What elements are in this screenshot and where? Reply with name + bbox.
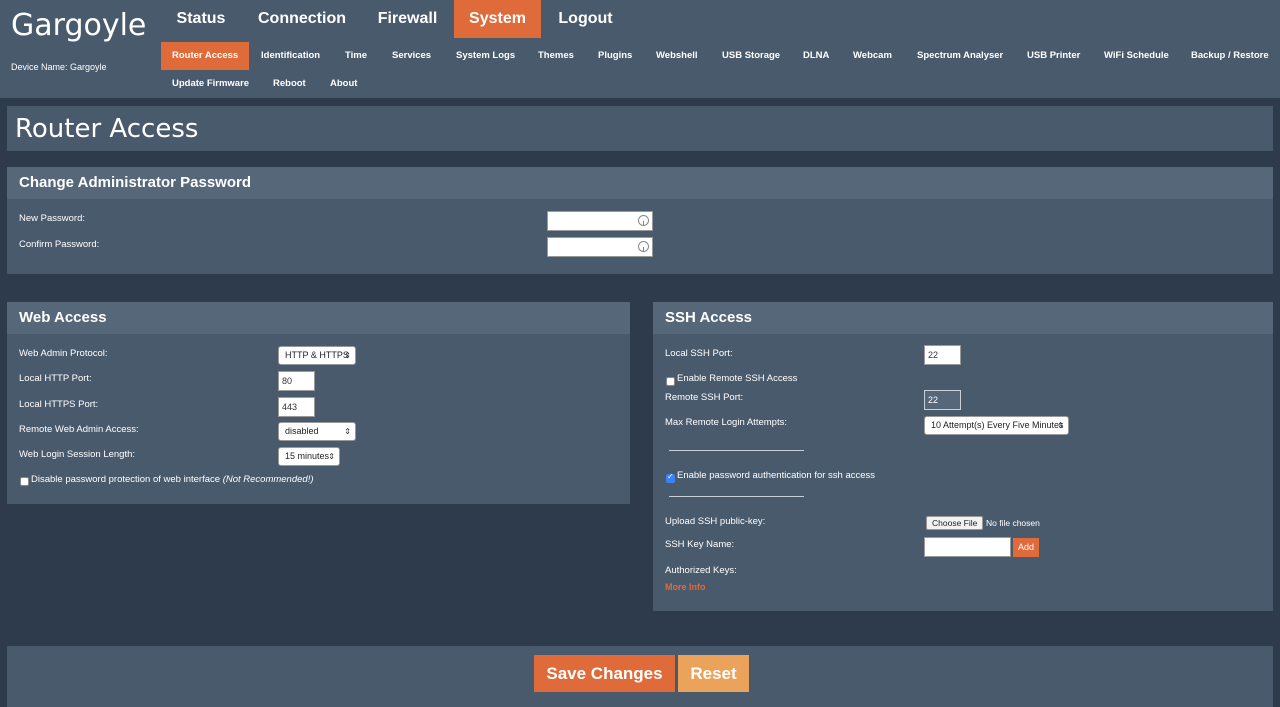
app-logo: Gargoyle (11, 8, 147, 43)
remote-admin-select[interactable]: disabled ⇕ (278, 422, 356, 441)
header: Gargoyle Device Name: Gargoyle Status Co… (0, 0, 1280, 98)
divider (669, 450, 804, 451)
tab-connection[interactable]: Connection (243, 0, 361, 38)
subnav-identification[interactable]: Identification (261, 42, 320, 70)
subnav-about[interactable]: About (330, 70, 357, 98)
https-port-label: Local HTTPS Port: (19, 399, 99, 410)
subnav-system-logs[interactable]: System Logs (456, 42, 515, 70)
subnav-webcam[interactable]: Webcam (853, 42, 892, 70)
subnav-usb-storage[interactable]: USB Storage (722, 42, 780, 70)
http-port-input[interactable]: 80 (278, 371, 315, 391)
confirm-password-input[interactable] (547, 237, 653, 257)
session-length-select[interactable]: 15 minutes ⇕ (278, 447, 340, 466)
enable-password-auth-checkbox[interactable] (666, 472, 675, 483)
reset-button[interactable]: Reset (678, 655, 749, 692)
new-password-input[interactable] (547, 211, 653, 231)
subnav-time[interactable]: Time (345, 42, 367, 70)
web-protocol-select[interactable]: HTTP & HTTPS ⇕ (278, 346, 356, 365)
password-panel: Change Administrator Password New Passwo… (7, 167, 1273, 274)
session-length-label: Web Login Session Length: (19, 449, 136, 460)
subnav-spectrum-analyser[interactable]: Spectrum Analyser (917, 42, 1003, 70)
https-port-input[interactable]: 443 (278, 397, 315, 417)
subnav-reboot[interactable]: Reboot (273, 70, 306, 98)
remote-ssh-port-input[interactable]: 22 (924, 390, 961, 410)
add-key-button[interactable]: Add (1013, 538, 1039, 557)
web-protocol-label: Web Admin Protocol: (19, 348, 108, 359)
select-arrow-icon: ⇕ (328, 452, 335, 461)
subnav-backup-restore[interactable]: Backup / Restore (1191, 42, 1269, 70)
new-password-label: New Password: (19, 213, 85, 224)
select-arrow-icon: ⇕ (344, 427, 351, 436)
no-file-text: No file chosen (986, 518, 1040, 528)
footer-bar: Save Changes Reset (7, 646, 1273, 707)
local-ssh-port-input[interactable]: 22 (924, 345, 961, 365)
web-access-panel: Web Access Web Admin Protocol: HTTP & HT… (7, 302, 630, 504)
http-port-label: Local HTTP Port: (19, 373, 92, 384)
select-arrow-icon: ⇕ (344, 351, 351, 360)
enable-remote-ssh-label: Enable Remote SSH Access (677, 373, 798, 384)
not-recommended-note: (Not Recommended!) (222, 474, 314, 485)
password-key-icon (638, 215, 649, 226)
confirm-password-label: Confirm Password: (19, 239, 100, 250)
local-ssh-port-label: Local SSH Port: (665, 348, 733, 359)
ssh-access-title: SSH Access (653, 302, 1273, 334)
subnav-wifi-schedule[interactable]: WiFi Schedule (1104, 42, 1169, 70)
password-key-icon (638, 241, 649, 252)
page-title: Router Access (15, 114, 199, 144)
tab-logout[interactable]: Logout (543, 0, 628, 38)
password-panel-title: Change Administrator Password (7, 167, 1273, 199)
authorized-keys-label: Authorized Keys: (665, 565, 737, 576)
choose-file-button[interactable]: Choose File (926, 516, 984, 530)
tab-system[interactable]: System (454, 0, 541, 38)
select-arrow-icon: ⇕ (1057, 421, 1064, 430)
upload-key-label: Upload SSH public-key: (665, 516, 766, 527)
subnav-router-access[interactable]: Router Access (161, 42, 250, 70)
subnav-themes[interactable]: Themes (538, 42, 574, 70)
disable-password-checkbox[interactable] (20, 477, 29, 486)
max-login-attempts-select[interactable]: 10 Attempt(s) Every Five Minutes ⇕ (924, 416, 1069, 435)
subnav-dlna[interactable]: DLNA (803, 42, 829, 70)
page-title-bar: Router Access (7, 106, 1273, 151)
remote-admin-label: Remote Web Admin Access: (19, 424, 139, 435)
divider (669, 496, 804, 497)
subnav-usb-printer[interactable]: USB Printer (1027, 42, 1080, 70)
enable-password-auth-label: Enable password authentication for ssh a… (677, 470, 876, 481)
ssh-key-name-label: SSH Key Name: (665, 539, 735, 550)
more-info-link[interactable]: More Info (665, 582, 706, 592)
subnav-plugins[interactable]: Plugins (598, 42, 632, 70)
device-name: Device Name: Gargoyle (11, 62, 107, 72)
subnav-services[interactable]: Services (392, 42, 431, 70)
tab-status[interactable]: Status (161, 0, 241, 38)
tab-firewall[interactable]: Firewall (363, 0, 452, 38)
subnav-webshell[interactable]: Webshell (656, 42, 698, 70)
ssh-access-panel: SSH Access Local SSH Port: 22 Enable Rem… (653, 302, 1273, 611)
save-changes-button[interactable]: Save Changes (534, 655, 675, 692)
ssh-key-name-input[interactable] (924, 537, 1011, 557)
subnav-update-firmware[interactable]: Update Firmware (172, 70, 249, 98)
max-login-attempts-label: Max Remote Login Attempts: (665, 417, 787, 428)
remote-ssh-port-label: Remote SSH Port: (665, 392, 744, 403)
web-access-title: Web Access (7, 302, 630, 334)
enable-remote-ssh-checkbox[interactable] (666, 377, 675, 386)
disable-password-label: Disable password protection of web inter… (31, 474, 314, 485)
